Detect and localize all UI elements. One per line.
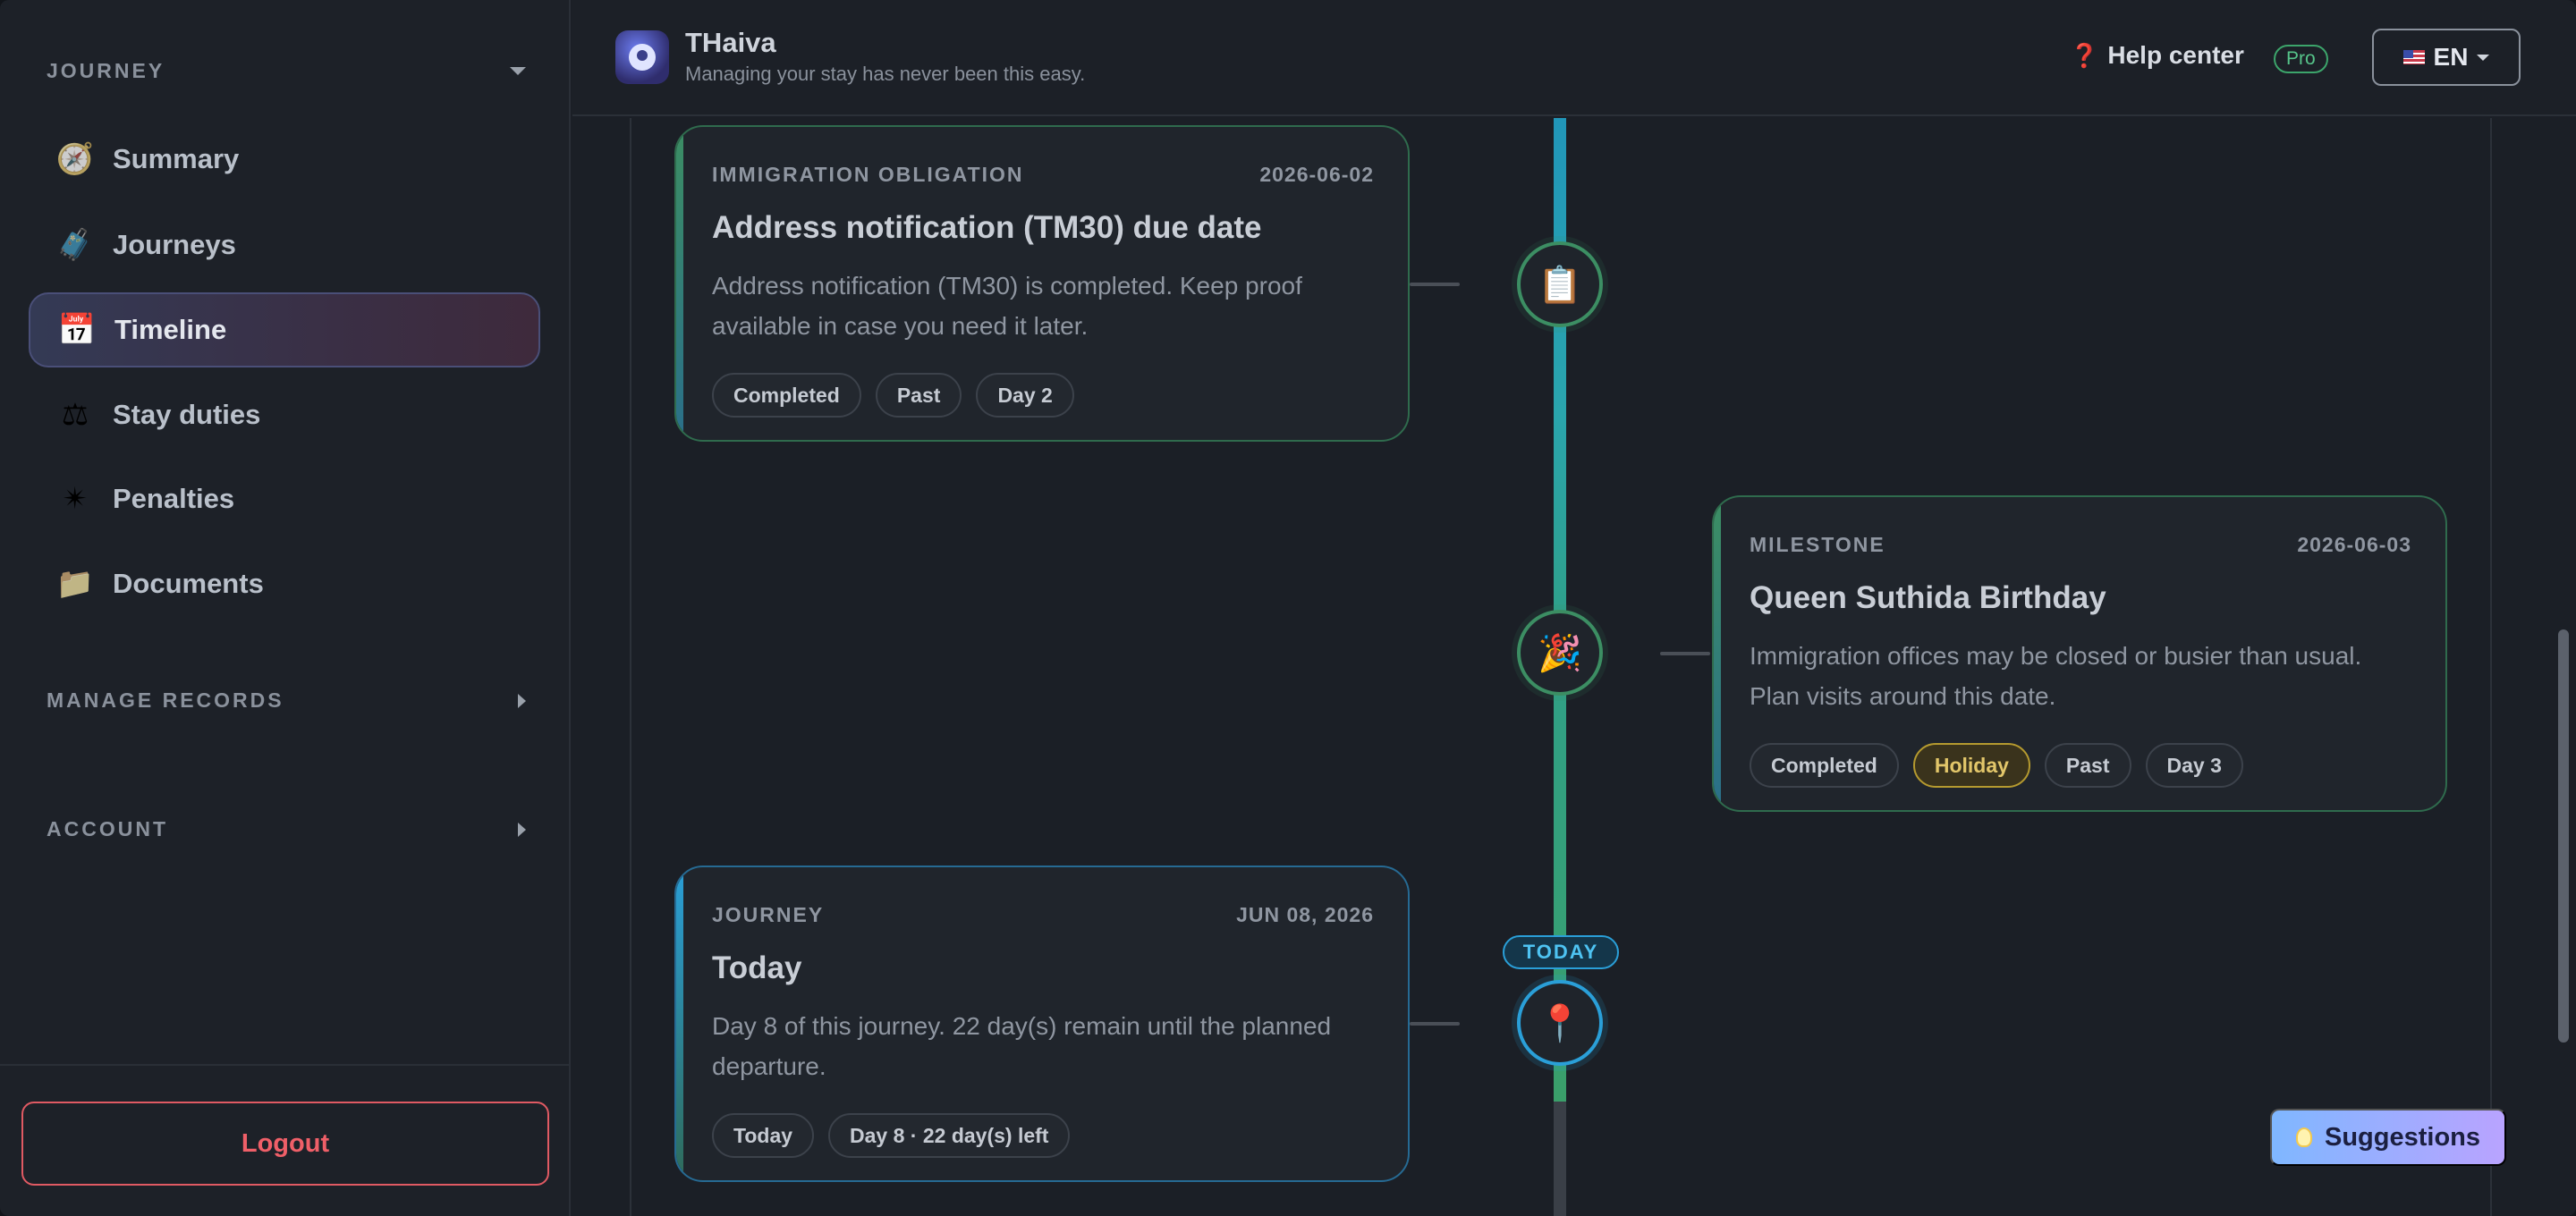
sidebar-item-label: Timeline — [114, 314, 227, 345]
holiday-chip: Holiday — [1912, 743, 2030, 788]
suggestions-label: Suggestions — [2324, 1122, 2480, 1152]
sidebar-item-documents[interactable]: 📁 Documents — [29, 546, 540, 621]
day-chip: Day 3 — [2145, 743, 2243, 788]
day-chip: Day 8 · 22 day(s) left — [828, 1113, 1071, 1158]
timeline-spine-future — [1554, 1102, 1566, 1216]
vertical-scrollbar[interactable] — [2558, 629, 2569, 1043]
app-logo-icon — [615, 30, 669, 84]
chevron-right-icon — [518, 822, 526, 837]
compass-icon: 🧭 — [55, 142, 95, 176]
event-description: Day 8 of this journey. 22 day(s) remain … — [712, 1012, 1332, 1080]
question-mark-icon: ❓ — [2070, 41, 2099, 69]
us-flag-icon — [2402, 50, 2425, 64]
help-center-link[interactable]: ❓ Help center — [2070, 41, 2244, 70]
card-connector — [1410, 283, 1460, 286]
sidebar-item-stay-duties[interactable]: ⚖ Stay duties — [29, 377, 540, 452]
timeline-event-card[interactable]: IMMIGRATION OBLIGATION 2026-06-02 Addres… — [674, 125, 1410, 442]
calendar-icon: 📅 — [57, 313, 97, 347]
status-chip: Past — [875, 373, 962, 418]
section-manage-records-label: MANAGE RECORDS — [47, 688, 284, 712]
section-journey-toggle[interactable]: JOURNEY — [47, 59, 526, 83]
clipboard-icon: 📋 — [1517, 241, 1603, 327]
sidebar-item-label: Journeys — [113, 229, 236, 260]
event-date: JUN 08, 2026 — [1236, 903, 1374, 926]
sidebar-item-penalties[interactable]: ✴ Penalties — [29, 461, 540, 536]
section-account-label: ACCOUNT — [47, 817, 168, 840]
scales-icon: ⚖ — [61, 398, 89, 432]
event-date: 2026-06-02 — [1259, 163, 1374, 186]
app-name: THaiva — [685, 27, 776, 58]
lightbulb-icon — [2295, 1127, 2312, 1147]
sidebar-item-journeys[interactable]: 🧳 Journeys — [29, 207, 540, 283]
event-kicker: JOURNEY — [712, 903, 825, 926]
logout-button[interactable]: Logout — [21, 1102, 549, 1186]
event-description: Immigration offices may be closed or bus… — [1750, 642, 2362, 710]
language-label: EN — [2433, 43, 2469, 71]
sidebar-item-label: Documents — [113, 568, 264, 599]
content-frame-border — [630, 118, 631, 1216]
status-chip: Today — [712, 1113, 815, 1158]
chevron-right-icon — [518, 693, 526, 708]
section-journey-label: JOURNEY — [47, 59, 165, 82]
plan-badge: Pro — [2274, 45, 2328, 73]
event-kicker: MILESTONE — [1750, 533, 1885, 556]
sidebar-divider — [0, 1064, 571, 1066]
event-chips: Completed Holiday Past Day 3 — [1750, 743, 2411, 788]
event-description: Address notification (TM30) is completed… — [712, 272, 1302, 340]
status-chip: Completed — [1750, 743, 1899, 788]
sidebar-item-summary[interactable]: 🧭 Summary — [29, 122, 540, 197]
folder-icon: 📁 — [55, 567, 95, 601]
app-tagline: Managing your stay has never been this e… — [685, 63, 1086, 85]
content-frame-border — [2490, 118, 2492, 1216]
chevron-down-icon — [2477, 54, 2490, 61]
timeline-event-card[interactable]: MILESTONE 2026-06-03 Queen Suthida Birth… — [1712, 495, 2447, 812]
alert-icon: ✴ — [62, 482, 89, 516]
event-kicker: IMMIGRATION OBLIGATION — [712, 163, 1024, 186]
today-marker: TODAY — [1503, 935, 1619, 969]
event-title: Address notification (TM30) due date — [712, 210, 1262, 245]
app-window: JOURNEY 🧭 Summary 🧳 Journeys 📅 Timeline … — [0, 0, 2576, 1216]
location-pin-icon: 📍 — [1517, 980, 1603, 1066]
event-chips: Today Day 8 · 22 day(s) left — [712, 1113, 1374, 1158]
timeline-view: IMMIGRATION OBLIGATION 2026-06-02 Addres… — [572, 118, 2576, 1216]
chevron-down-icon — [510, 67, 526, 75]
sidebar-item-timeline[interactable]: 📅 Timeline — [29, 292, 540, 367]
party-popper-icon: 🎉 — [1517, 610, 1603, 696]
status-chip: Past — [2044, 743, 2131, 788]
sidebar: JOURNEY 🧭 Summary 🧳 Journeys 📅 Timeline … — [0, 0, 571, 1216]
sidebar-item-label: Stay duties — [113, 399, 261, 430]
card-connector — [1410, 1022, 1460, 1026]
event-date: 2026-06-03 — [2297, 533, 2411, 556]
event-title: Queen Suthida Birthday — [1750, 580, 2106, 615]
language-selector[interactable]: EN — [2372, 29, 2521, 86]
section-manage-records-toggle[interactable]: MANAGE RECORDS — [47, 688, 526, 713]
timeline-event-card[interactable]: JOURNEY JUN 08, 2026 Today Day 8 of this… — [674, 866, 1410, 1182]
section-account-toggle[interactable]: ACCOUNT — [47, 817, 526, 841]
help-center-label: Help center — [2107, 41, 2244, 69]
status-chip: Completed — [712, 373, 861, 418]
day-chip: Day 2 — [976, 373, 1074, 418]
top-header: THaiva Managing your stay has never been… — [572, 0, 2576, 116]
sidebar-item-label: Penalties — [113, 483, 235, 514]
event-chips: Completed Past Day 2 — [712, 373, 1374, 418]
suggestions-button[interactable]: Suggestions — [2270, 1109, 2506, 1166]
card-connector — [1660, 652, 1710, 655]
luggage-icon: 🧳 — [55, 228, 95, 262]
event-title: Today — [712, 950, 802, 985]
sidebar-item-label: Summary — [113, 143, 240, 174]
